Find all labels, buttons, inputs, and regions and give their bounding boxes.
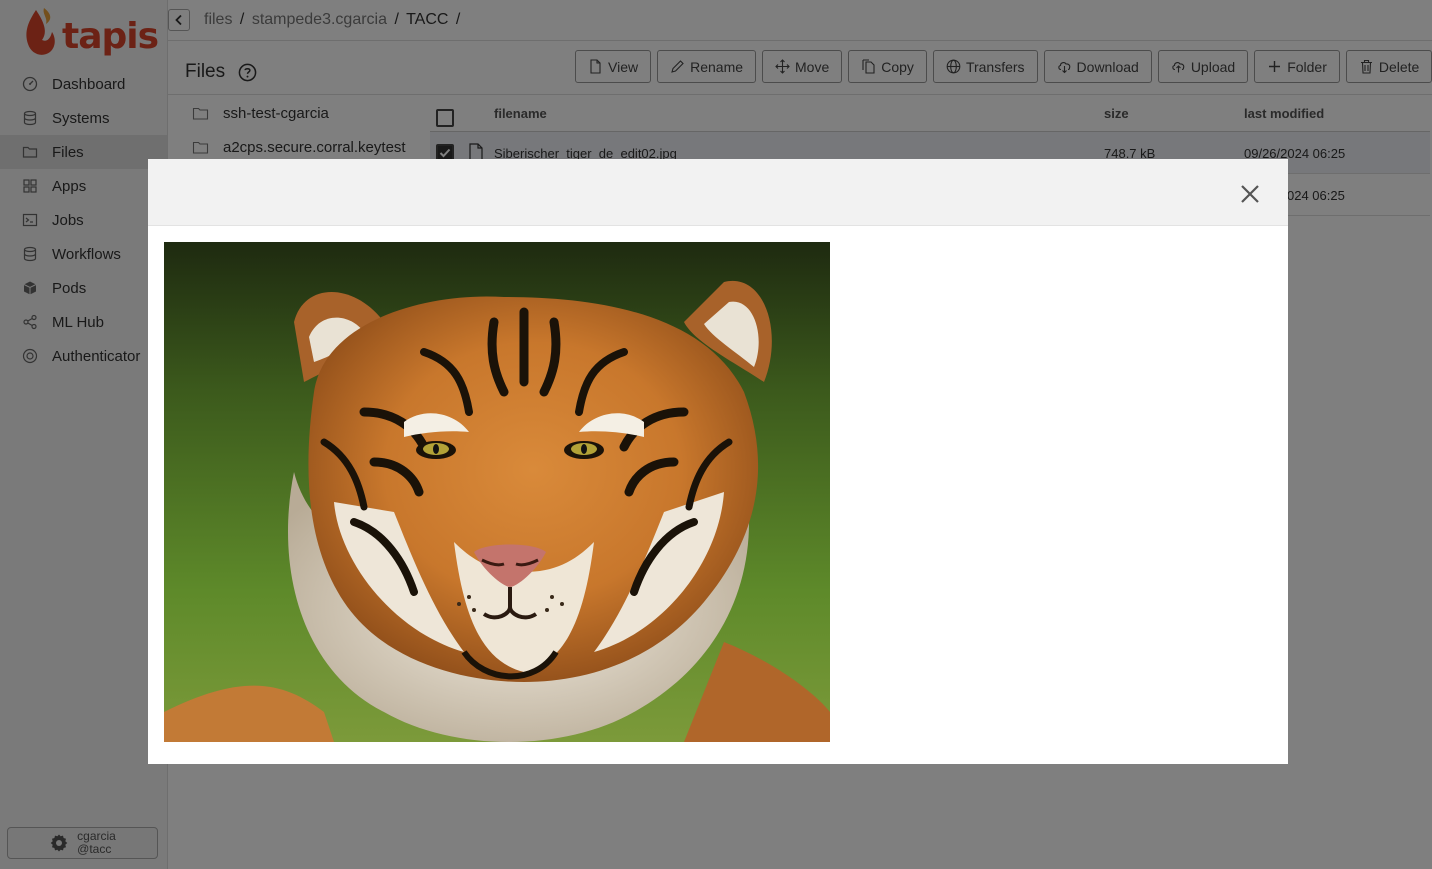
tiger-photo [164,242,830,742]
image-preview-modal [148,159,1288,764]
modal-header [148,159,1288,226]
image-preview [164,242,830,742]
close-icon[interactable] [1239,183,1261,205]
